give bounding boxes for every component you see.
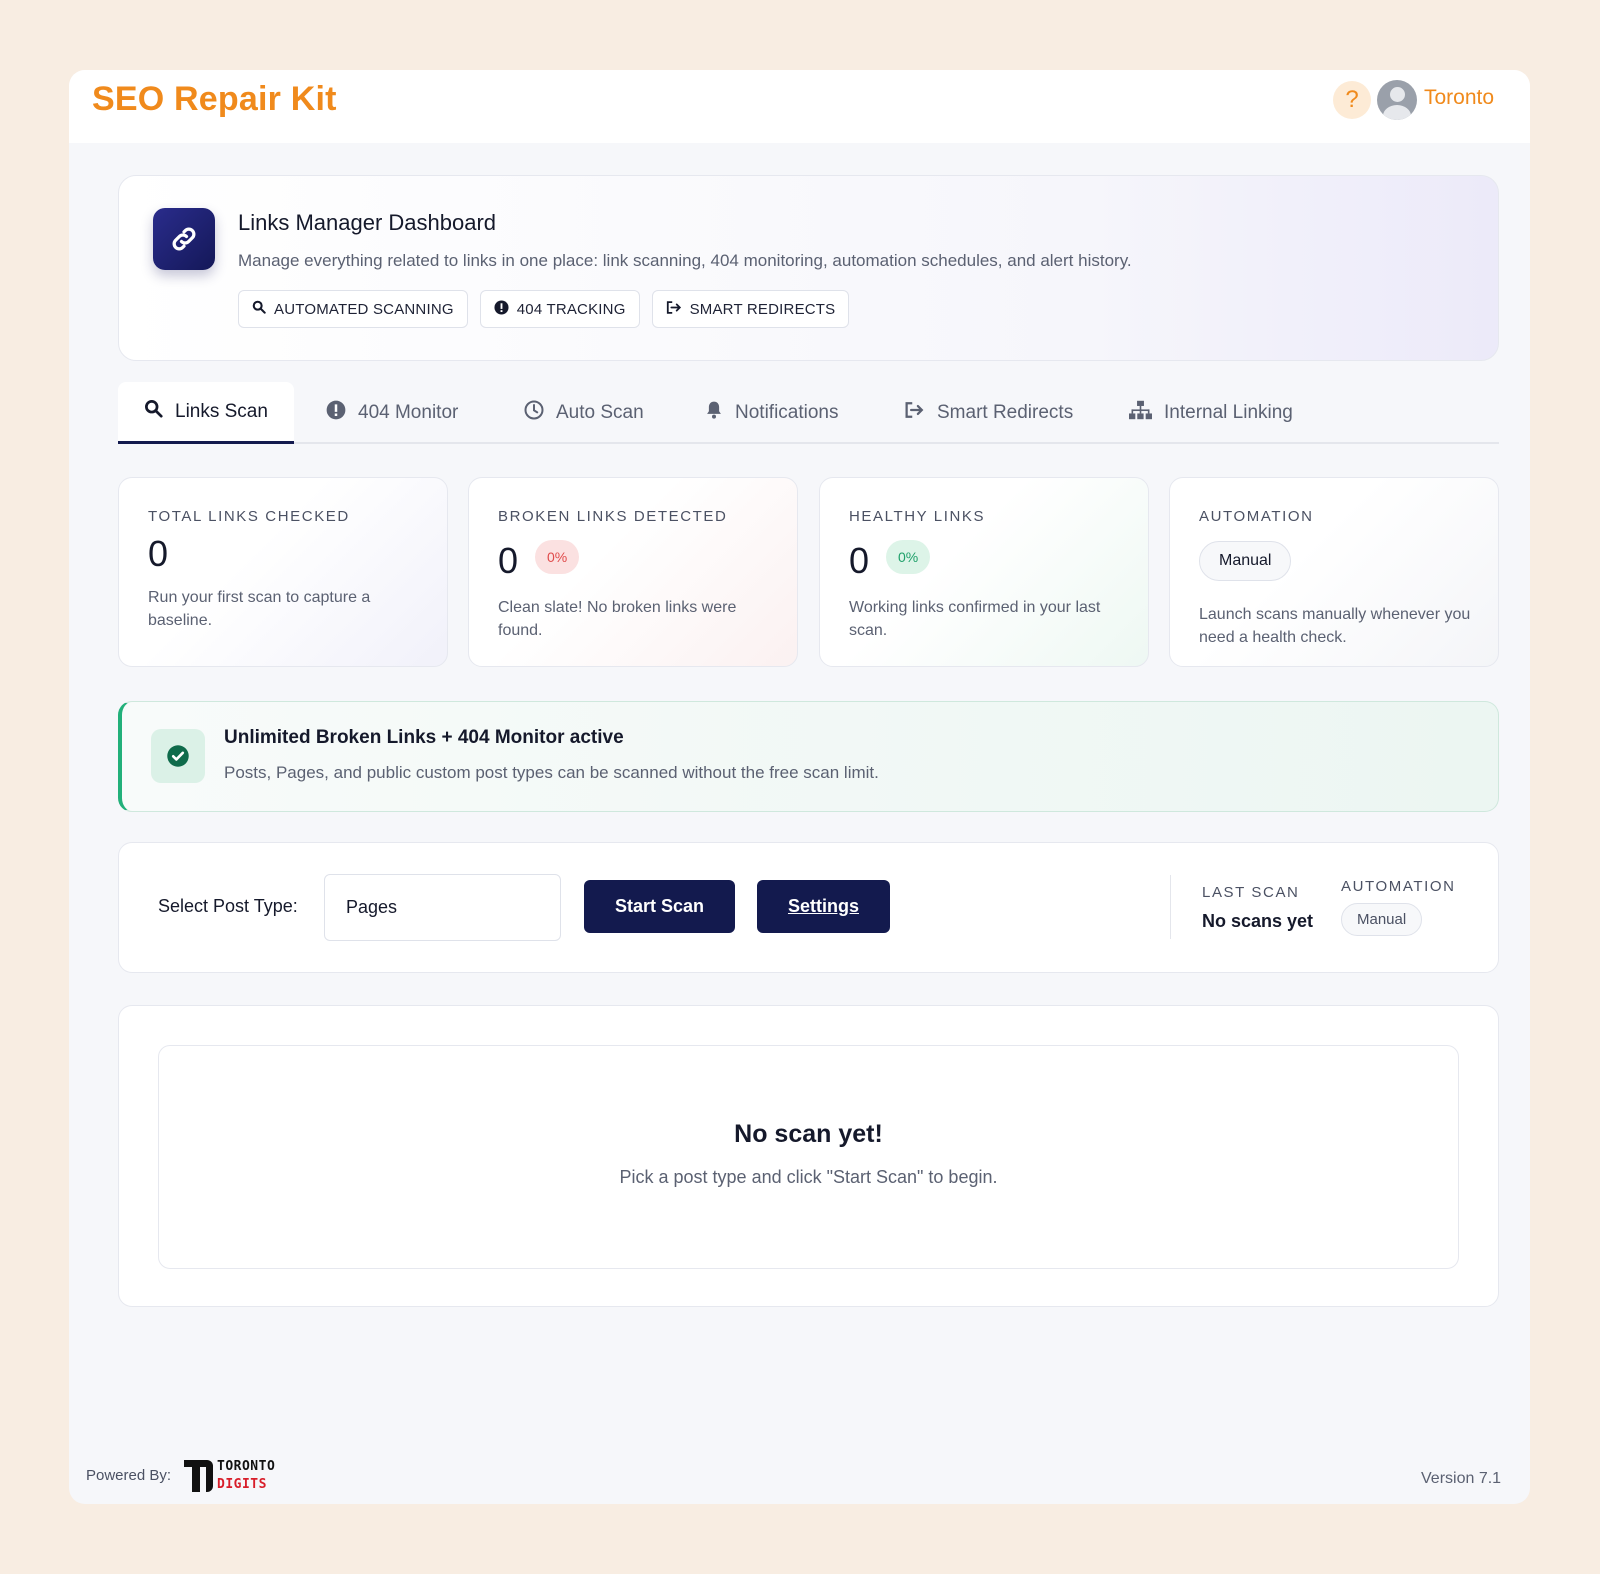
last-scan-label: LAST SCAN: [1202, 884, 1300, 901]
chip-label: SMART REDIRECTS: [689, 300, 836, 318]
tab-label: Notifications: [735, 402, 839, 423]
banner-description: Posts, Pages, and public custom post typ…: [224, 763, 879, 782]
settings-button[interactable]: Settings: [757, 880, 890, 933]
app-window: SEO Repair Kit ? Toronto Links Manager D…: [69, 70, 1530, 1504]
check-circle-icon: [151, 729, 205, 783]
avatar-head: [1390, 87, 1405, 102]
start-scan-button[interactable]: Start Scan: [584, 880, 735, 933]
search-icon: [144, 399, 163, 424]
logo-text-digits[interactable]: DIGITS: [217, 1477, 267, 1492]
alert-circle-icon: [326, 400, 346, 426]
stat-card-healthy-links: HEALTHY LINKS 0 0% Working links confirm…: [819, 477, 1149, 667]
empty-state-description: Pick a post type and click "Start Scan" …: [619, 1167, 998, 1187]
chip-label: AUTOMATED SCANNING: [274, 300, 454, 318]
stat-label: TOTAL LINKS CHECKED: [148, 508, 350, 525]
stat-description: Launch scans manually whenever you need …: [1199, 606, 1471, 646]
stat-value: 0: [498, 540, 519, 581]
clock-icon: [524, 400, 544, 426]
last-scan-value: No scans yet: [1202, 911, 1314, 931]
dashboard-title: Links Manager Dashboard: [238, 210, 497, 235]
powered-by-label: Powered By:: [86, 1467, 172, 1484]
user-avatar[interactable]: [1377, 80, 1417, 120]
stat-card-total-links: TOTAL LINKS CHECKED 0 Run your first sca…: [118, 477, 448, 667]
tab-internal-linking[interactable]: Internal Linking: [1129, 382, 1293, 444]
alert-circle-icon: [494, 299, 509, 319]
stat-label: HEALTHY LINKS: [849, 508, 986, 525]
empty-state-title: No scan yet!: [734, 1120, 883, 1148]
automation-label: AUTOMATION: [1341, 878, 1456, 895]
stat-card-broken-links: BROKEN LINKS DETECTED 0 0% Clean slate! …: [468, 477, 798, 667]
tab-bar: Links Scan 404 Monitor Auto Scan Notific…: [118, 382, 1499, 444]
logo-bar: [192, 1460, 200, 1492]
tab-links-scan[interactable]: Links Scan: [118, 382, 294, 444]
banner-title: Unlimited Broken Links + 404 Monitor act…: [224, 727, 624, 748]
scan-results-panel: No scan yet! Pick a post type and click …: [118, 1005, 1499, 1307]
post-type-select[interactable]: Pages: [324, 874, 561, 941]
logo-text-toronto[interactable]: TORONTO: [217, 1459, 275, 1474]
avatar-body: [1383, 105, 1411, 120]
tab-label: Auto Scan: [556, 402, 644, 423]
brand-title: SEO Repair Kit: [92, 80, 337, 118]
stat-description: Run your first scan to capture a baselin…: [148, 589, 371, 629]
automation-mode-badge: Manual: [1199, 541, 1292, 581]
divider: [1170, 875, 1171, 939]
help-button[interactable]: ?: [1333, 81, 1371, 119]
stat-label: BROKEN LINKS DETECTED: [498, 508, 728, 525]
tab-label: 404 Monitor: [358, 402, 459, 423]
feature-chips: AUTOMATED SCANNING 404 TRACKING SMART RE…: [238, 290, 850, 328]
stat-card-automation: AUTOMATION Manual Launch scans manually …: [1169, 477, 1499, 667]
broken-percent-badge: 0%: [535, 540, 580, 574]
status-banner: Unlimited Broken Links + 404 Monitor act…: [118, 701, 1499, 812]
tab-label: Smart Redirects: [937, 402, 1074, 423]
chip-automated-scanning: AUTOMATED SCANNING: [238, 290, 468, 328]
search-icon: [252, 300, 266, 318]
redirect-icon: [666, 300, 682, 319]
stat-value: 0: [148, 533, 169, 574]
link-icon: [153, 208, 215, 270]
sitemap-icon: [1129, 400, 1152, 426]
logo-bar: [206, 1460, 213, 1492]
automation-badge: Manual: [1341, 903, 1423, 936]
bell-icon: [705, 400, 723, 426]
tab-404-monitor[interactable]: 404 Monitor: [326, 382, 458, 444]
tab-auto-scan[interactable]: Auto Scan: [524, 382, 644, 444]
stat-label: AUTOMATION: [1199, 508, 1314, 525]
dashboard-hero-card: Links Manager Dashboard Manage everythin…: [118, 175, 1499, 361]
user-name[interactable]: Toronto: [1424, 86, 1494, 110]
healthy-percent-badge: 0%: [886, 540, 931, 574]
tab-smart-redirects[interactable]: Smart Redirects: [904, 382, 1073, 444]
dashboard-description: Manage everything related to links in on…: [238, 251, 1132, 270]
tab-notifications[interactable]: Notifications: [705, 382, 839, 444]
chip-label: 404 TRACKING: [516, 300, 626, 318]
tab-label: Links Scan: [175, 400, 268, 422]
top-bar: SEO Repair Kit ? Toronto: [69, 70, 1530, 143]
stat-description: Working links confirmed in your last sca…: [849, 599, 1101, 639]
toronto-digits-logo-mark[interactable]: [184, 1458, 214, 1492]
post-type-label: Select Post Type:: [158, 896, 298, 916]
scan-controls: Select Post Type: Pages Start Scan Setti…: [118, 842, 1499, 973]
redirect-icon: [904, 401, 925, 425]
chip-smart-redirects: SMART REDIRECTS: [651, 290, 850, 328]
version-label: Version 7.1: [1421, 1470, 1502, 1487]
stat-description: Clean slate! No broken links were found.: [498, 599, 737, 639]
chip-404-tracking: 404 TRACKING: [479, 290, 640, 328]
tab-label: Internal Linking: [1164, 402, 1293, 423]
stat-value: 0: [849, 540, 870, 581]
empty-state: No scan yet! Pick a post type and click …: [158, 1045, 1459, 1269]
